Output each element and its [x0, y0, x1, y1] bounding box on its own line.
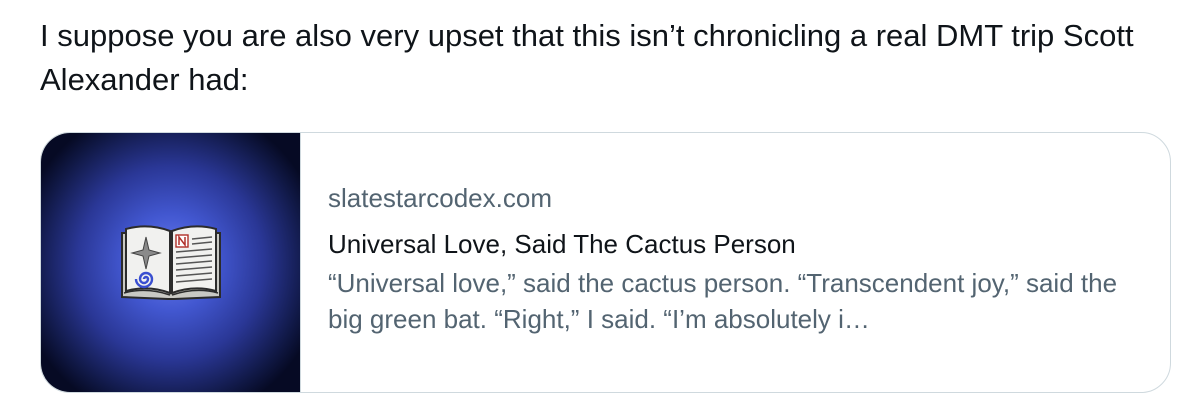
link-thumbnail[interactable]	[41, 133, 301, 392]
link-domain: slatestarcodex.com	[328, 183, 552, 213]
link-preview-card[interactable]: slatestarcodex.com Universal Love, Said …	[40, 132, 1171, 393]
link-description: “Universal love,” said the cactus person…	[328, 268, 1118, 334]
tweet-text: I suppose you are also very upset that t…	[40, 18, 1134, 97]
tweet: I suppose you are also very upset that t…	[0, 0, 1196, 414]
link-details: slatestarcodex.com Universal Love, Said …	[301, 133, 1170, 392]
open-book-icon	[118, 223, 224, 303]
link-title[interactable]: Universal Love, Said The Cactus Person	[328, 227, 1170, 261]
